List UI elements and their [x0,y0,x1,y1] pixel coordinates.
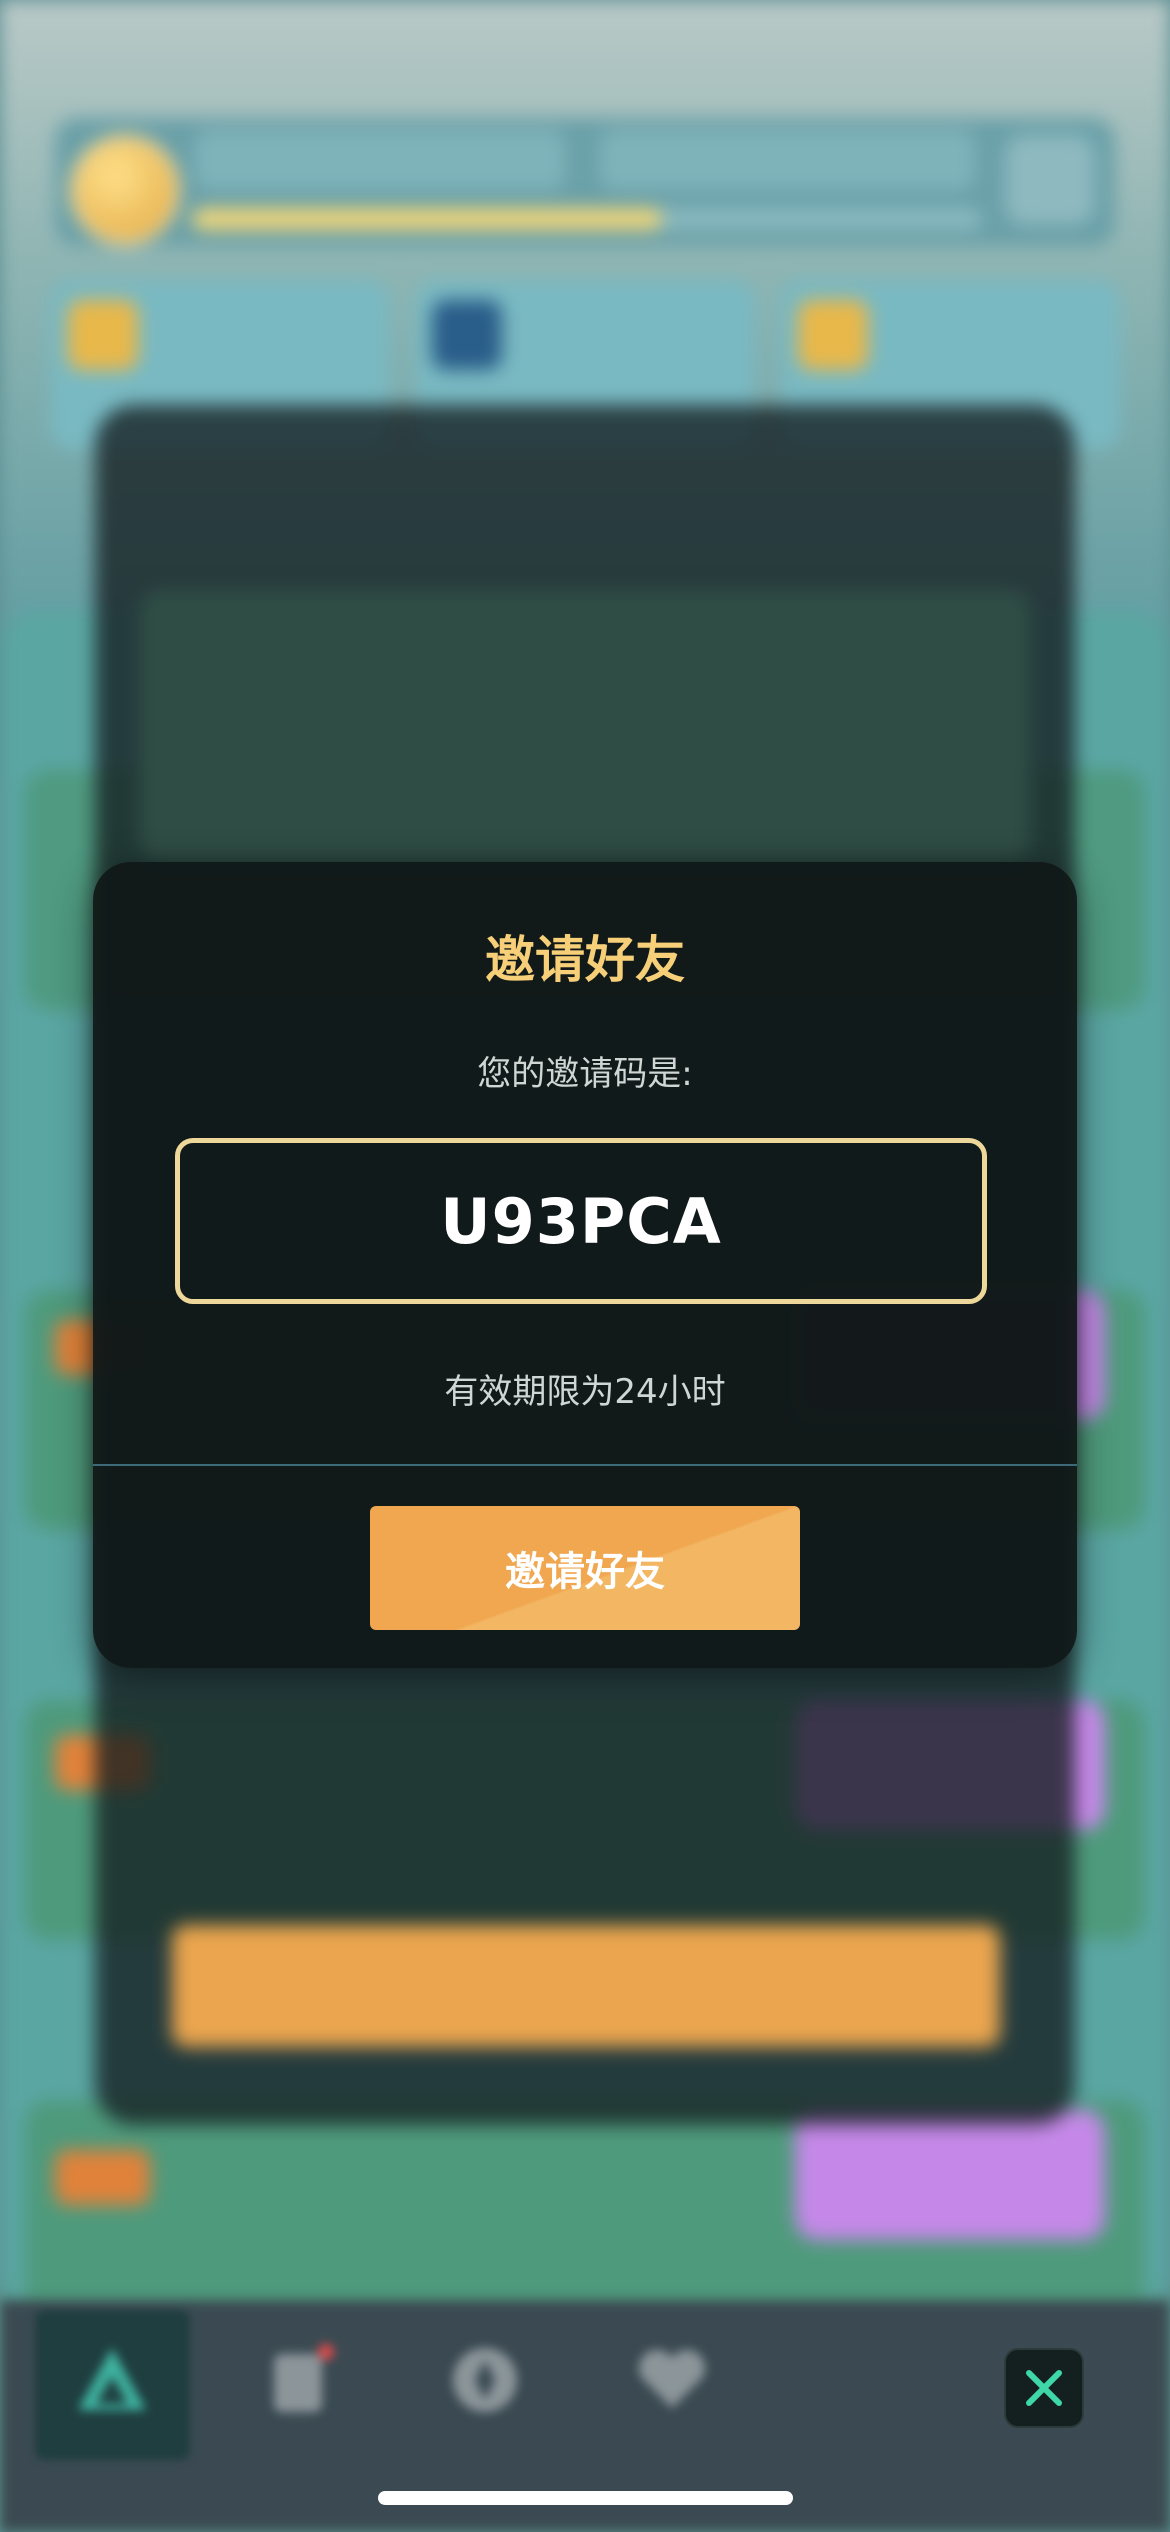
progress-fill [192,208,662,230]
invite-code-box[interactable]: U93PCA [175,1138,987,1304]
close-button[interactable] [1004,2348,1084,2428]
invite-code[interactable]: U93PCA [440,1185,722,1258]
validity-text: 有效期限为24小时 [444,1372,726,1412]
compass-icon[interactable] [445,2340,525,2420]
dialog-title: 邀请好友 [485,931,685,989]
purple-button [795,2110,1105,2240]
cards-icon[interactable] [260,2340,340,2420]
avatar [70,135,180,245]
close-icon [1026,2370,1062,2406]
divider [93,1464,1077,1466]
heart-icon[interactable] [632,2340,712,2420]
quest-icon [798,300,868,370]
quest-icon [68,300,138,370]
tag [55,2150,150,2205]
background-button [172,1925,1000,2047]
resource-pill [195,130,565,190]
invite-dialog: 邀请好友 您的邀请码是: U93PCA 有效期限为24小时 邀请好友 [93,862,1077,1668]
home-indicator [378,2491,793,2505]
background-text-box [140,590,1030,860]
triangle-home-icon[interactable] [72,2340,152,2420]
resource-pill [600,130,975,190]
invite-code-label: 您的邀请码是: [477,1054,693,1094]
invite-friends-button[interactable]: 邀请好友 [370,1506,800,1630]
quest-icon [432,300,502,370]
settings-button [1005,135,1095,225]
